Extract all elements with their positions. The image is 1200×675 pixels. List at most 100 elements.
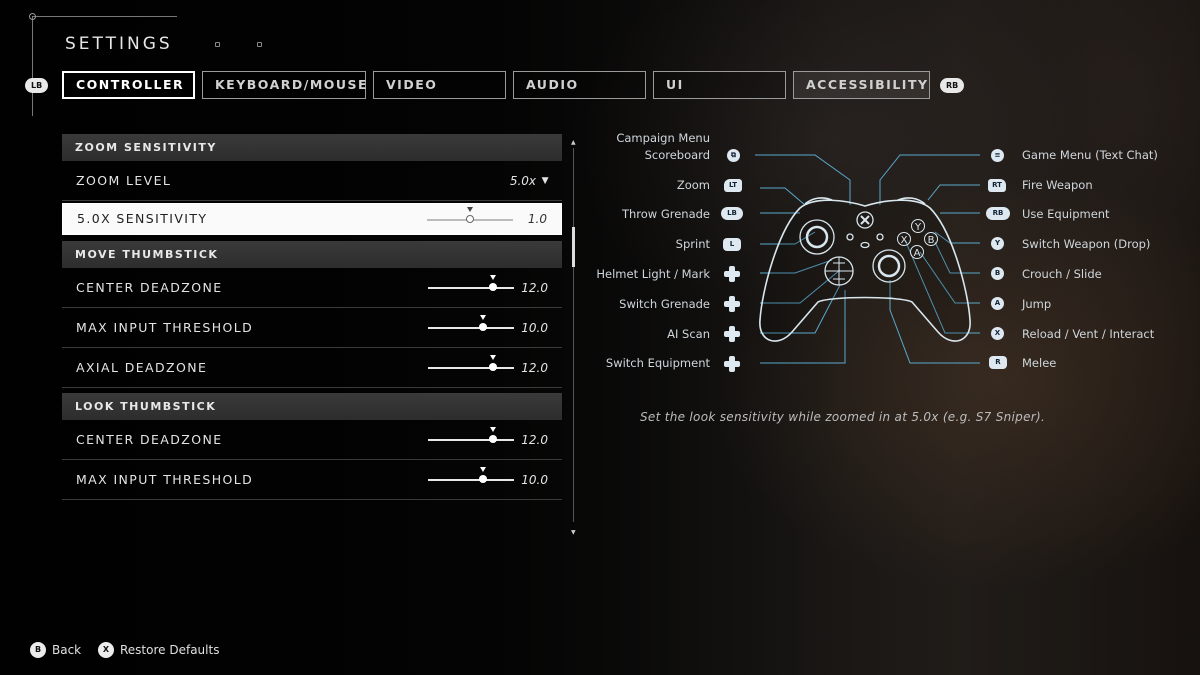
left-stick-icon: L — [723, 238, 741, 251]
slider-default-marker — [490, 355, 497, 360]
lb-bumper-icon: LB — [721, 207, 743, 220]
label-jump: Jump — [1022, 297, 1052, 311]
dpad-down-icon — [724, 326, 740, 342]
scrollbar-thumb[interactable] — [572, 227, 575, 267]
scroll-up-arrow-icon[interactable]: ▲ — [571, 139, 576, 146]
menu-button-icon: ≡ — [991, 149, 1004, 162]
rb-bumper-icon: RB — [986, 207, 1010, 220]
slider-handle[interactable] — [466, 215, 474, 223]
back-button[interactable]: B Back — [30, 642, 81, 658]
setting-value: 10.0 — [521, 321, 548, 335]
x-button-icon: X — [991, 327, 1004, 340]
dpad-right-icon — [724, 296, 740, 312]
scrollbar-track[interactable] — [573, 148, 574, 522]
tab-controller[interactable]: CONTROLLER — [62, 71, 195, 99]
tab-accessibility[interactable]: ACCESSIBILITY — [793, 71, 930, 99]
y-button-icon: Y — [991, 237, 1004, 250]
tab-audio[interactable]: AUDIO — [513, 71, 646, 99]
tab-ui[interactable]: UI — [653, 71, 786, 99]
slider-default-marker — [490, 427, 497, 432]
b-button-icon: B — [991, 267, 1004, 280]
slider-handle[interactable] — [479, 475, 488, 483]
slider-handle[interactable] — [489, 435, 498, 443]
slider-default-marker — [490, 275, 497, 280]
title-ornament — [215, 42, 220, 47]
title-ornament — [257, 42, 262, 47]
label-helmet-light: Helmet Light / Mark — [596, 267, 710, 281]
back-label: Back — [52, 643, 82, 657]
setting-value: 12.0 — [521, 361, 548, 375]
look-max-input-row[interactable]: MAX INPUT THRESHOLD 10.0 — [62, 460, 562, 500]
dpad-up-icon — [724, 266, 740, 282]
view-button-icon: ⧉ — [727, 149, 740, 162]
label-zoom: Zoom — [676, 178, 710, 192]
x-button-icon: X — [98, 642, 114, 658]
frame-corner-dot — [29, 13, 36, 20]
label-scoreboard: Scoreboard — [644, 148, 710, 162]
label-melee: Melee — [1022, 356, 1057, 370]
rb-bumper-hint[interactable]: RB — [940, 78, 965, 93]
slider-default-marker — [480, 467, 487, 472]
setting-description: Set the look sensitivity while zoomed in… — [640, 410, 1046, 424]
tab-keyboard-mouse[interactable]: KEYBOARD/MOUSE — [202, 71, 367, 99]
zoom-sensitivity-row[interactable]: 5.0X SENSITIVITY 1.0 — [62, 203, 562, 235]
scroll-down-arrow-icon[interactable]: ▼ — [571, 529, 576, 536]
setting-value: 12.0 — [521, 281, 548, 295]
frame-line — [32, 16, 177, 17]
setting-value: 1.0 — [527, 212, 547, 226]
setting-label: ZOOM LEVEL — [76, 173, 172, 188]
section-header-zoom: ZOOM SENSITIVITY — [62, 134, 562, 161]
zoom-level-row[interactable]: ZOOM LEVEL 5.0x ▼ — [62, 161, 562, 201]
center-deadzone-slider[interactable] — [428, 427, 514, 443]
right-stick-icon: R — [989, 356, 1007, 369]
settings-list: ZOOM SENSITIVITY ZOOM LEVEL 5.0x ▼ 5.0X … — [62, 134, 562, 500]
label-sprint: Sprint — [675, 237, 710, 251]
b-button-icon: B — [30, 642, 46, 658]
rt-trigger-icon: RT — [988, 179, 1006, 192]
setting-label: 5.0X SENSITIVITY — [77, 211, 208, 226]
face-button-b: B — [928, 235, 935, 246]
face-button-y: Y — [914, 222, 922, 233]
label-switch-weapon: Switch Weapon (Drop) — [1022, 237, 1151, 251]
label-fire-weapon: Fire Weapon — [1022, 178, 1093, 192]
sensitivity-slider[interactable] — [427, 207, 513, 223]
setting-label: CENTER DEADZONE — [76, 432, 223, 447]
setting-label: MAX INPUT THRESHOLD — [76, 472, 254, 487]
max-input-slider[interactable] — [428, 315, 514, 331]
slider-handle[interactable] — [489, 283, 498, 291]
setting-label: AXIAL DEADZONE — [76, 360, 208, 375]
move-center-deadzone-row[interactable]: CENTER DEADZONE 12.0 — [62, 268, 562, 308]
label-game-menu: Game Menu (Text Chat) — [1022, 148, 1158, 162]
max-input-slider[interactable] — [428, 467, 514, 483]
section-header-look-thumbstick: LOOK THUMBSTICK — [62, 393, 562, 420]
setting-label: MAX INPUT THRESHOLD — [76, 320, 254, 335]
label-use-equipment: Use Equipment — [1022, 207, 1110, 221]
slider-handle[interactable] — [489, 363, 498, 371]
setting-value: 5.0x — [509, 174, 536, 188]
look-center-deadzone-row[interactable]: CENTER DEADZONE 12.0 — [62, 420, 562, 460]
face-button-x: X — [901, 235, 908, 246]
move-max-input-row[interactable]: MAX INPUT THRESHOLD 10.0 — [62, 308, 562, 348]
tab-video[interactable]: VIDEO — [373, 71, 506, 99]
label-ai-scan: AI Scan — [667, 327, 710, 341]
section-header-move-thumbstick: MOVE THUMBSTICK — [62, 241, 562, 268]
label-campaign-menu: Campaign Menu — [616, 131, 710, 145]
slider-handle[interactable] — [479, 323, 488, 331]
label-crouch-slide: Crouch / Slide — [1022, 267, 1102, 281]
setting-value: 10.0 — [521, 473, 548, 487]
label-switch-equipment: Switch Equipment — [605, 356, 710, 370]
setting-value: 12.0 — [521, 433, 548, 447]
dropdown-arrow-icon: ▼ — [541, 176, 550, 186]
label-throw-grenade: Throw Grenade — [621, 207, 710, 221]
axial-deadzone-slider[interactable] — [428, 355, 514, 371]
frame-line — [32, 16, 33, 116]
restore-defaults-button[interactable]: X Restore Defaults — [98, 642, 219, 658]
center-deadzone-slider[interactable] — [428, 275, 514, 291]
lt-trigger-icon: LT — [724, 179, 742, 192]
restore-defaults-label: Restore Defaults — [120, 643, 220, 657]
move-axial-deadzone-row[interactable]: AXIAL DEADZONE 12.0 — [62, 348, 562, 388]
label-reload: Reload / Vent / Interact — [1022, 327, 1155, 341]
dpad-left-icon — [724, 356, 740, 372]
slider-default-marker — [467, 207, 473, 212]
lb-bumper-hint[interactable]: LB — [25, 78, 49, 93]
